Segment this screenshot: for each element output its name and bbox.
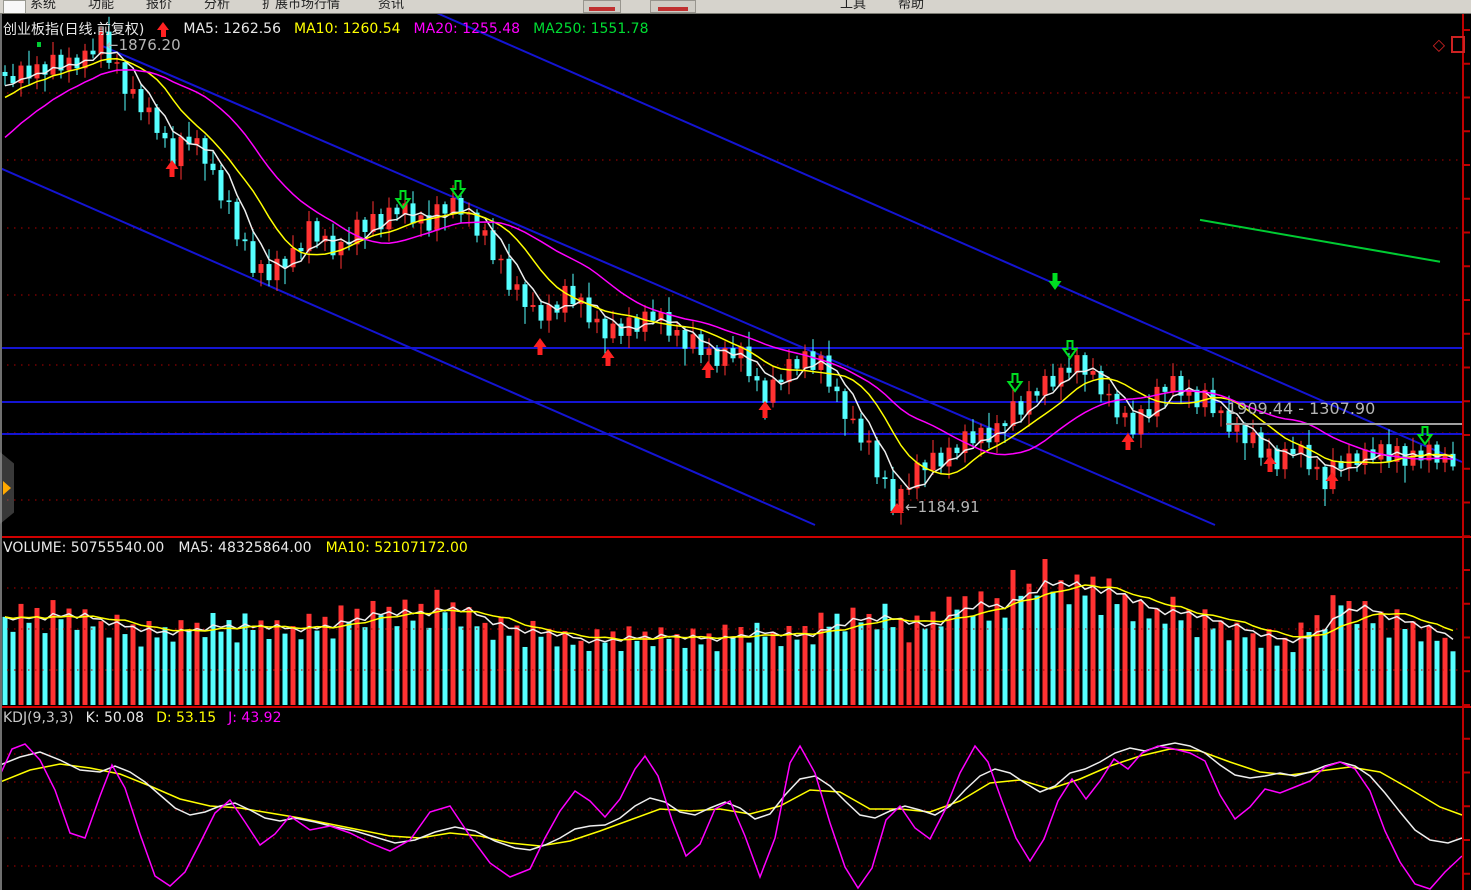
ma250-value: MA250: 1551.78 [533, 21, 648, 37]
red-text-fragment [589, 7, 614, 11]
maximize-pane-icon[interactable] [1451, 36, 1465, 53]
kdj-j-value: J: 43.92 [228, 710, 281, 726]
red-text-fragment [658, 7, 689, 11]
kdj-pane-header: KDJ(9,3,3) K: 50.08 D: 53.15 J: 43.92 [3, 710, 281, 726]
range-label: 1909.44 - 1307.90 [1227, 399, 1375, 418]
diamond-icon[interactable]: ◇ [1433, 38, 1445, 52]
chart-canvas[interactable] [0, 0, 1471, 890]
low-price-label: ←1184.91 [905, 498, 980, 516]
menu-item[interactable]: 扩展市场行情 [262, 0, 340, 12]
volume-pane-header: VOLUME: 50755540.00 MA5: 48325864.00 MA1… [3, 540, 468, 556]
kdj-k-value: K: 50.08 [86, 710, 144, 726]
up-arrow-icon [157, 22, 170, 37]
left-arrow-marker: ← [106, 36, 119, 54]
ma10-value: MA10: 1260.54 [294, 21, 401, 37]
menubar: 系统 功能 报价 分析 扩展市场行情 资讯 工具 帮助 [0, 0, 1471, 14]
high-price-label: ←1876.20 [106, 36, 181, 54]
volume-value: VOLUME: 50755540.00 [3, 540, 164, 556]
window-icon[interactable] [3, 0, 26, 14]
menu-item[interactable]: 系统 [30, 0, 56, 12]
volume-ma10-value: MA10: 52107172.00 [326, 540, 468, 556]
kdj-label: KDJ(9,3,3) [3, 710, 74, 726]
trading-terminal: 系统 功能 报价 分析 扩展市场行情 资讯 工具 帮助 创业板指(日线.前复权) MA5: 1… [0, 0, 1471, 890]
ma5-value: MA5: 1262.56 [183, 21, 281, 37]
menu-item[interactable]: 帮助 [898, 0, 924, 12]
menu-item[interactable]: 报价 [146, 0, 172, 12]
expand-triangle-icon [3, 481, 11, 495]
menu-item[interactable]: 资讯 [378, 0, 404, 12]
kdj-d-value: D: 53.15 [156, 710, 216, 726]
quote-button-2[interactable] [650, 0, 696, 13]
window-left-border [0, 13, 2, 890]
sidebar-expand-handle[interactable] [0, 452, 14, 524]
menu-item[interactable]: 分析 [204, 0, 230, 12]
quote-button-1[interactable] [583, 0, 621, 13]
ma20-value: MA20: 1255.48 [414, 21, 521, 37]
volume-ma5-value: MA5: 48325864.00 [178, 540, 311, 556]
pane-controls: ◇ [1433, 36, 1465, 53]
left-arrow-marker: ← [905, 498, 918, 516]
menu-item[interactable]: 工具 [840, 0, 866, 12]
menu-item[interactable]: 功能 [88, 0, 114, 12]
main-pane-header: 创业板指(日线.前复权) MA5: 1262.56 MA10: 1260.54 … [3, 19, 649, 39]
